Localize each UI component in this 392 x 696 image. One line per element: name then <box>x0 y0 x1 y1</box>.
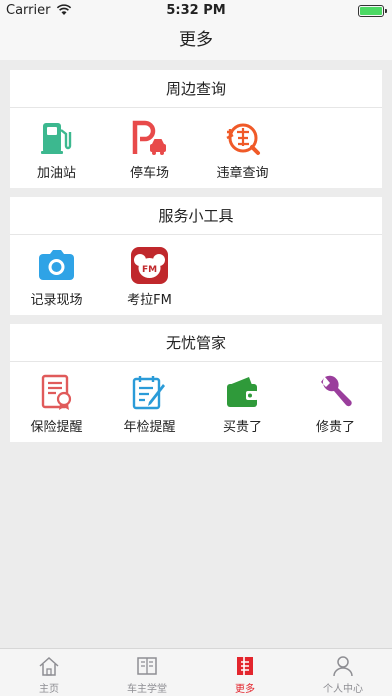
grid-item-repair-expensive[interactable]: 修贵了 <box>289 362 382 442</box>
battery-icon <box>358 5 387 17</box>
grid-item-label: 修贵了 <box>315 420 355 435</box>
section-nearby: 周边查询 加油站 停车场 违章查询 <box>10 70 382 188</box>
clock: 5:32 PM <box>166 3 226 18</box>
section-tools: 服务小工具 记录现场 FM 考拉FM <box>10 197 382 315</box>
parking-icon <box>132 120 166 155</box>
page-title: 更多 <box>179 30 213 50</box>
status-bar: Carrier 5:32 PM <box>0 0 392 22</box>
tab-more[interactable]: 更多 <box>196 649 294 696</box>
tab-profile[interactable]: 个人中心 <box>294 649 392 696</box>
grid-item-koala-fm[interactable]: FM 考拉FM <box>103 235 196 315</box>
camera-icon <box>39 250 74 280</box>
grid-item-label: 记录现场 <box>30 293 83 308</box>
koala-fm-icon: FM <box>131 247 168 284</box>
nav-bar: 更多 <box>0 22 392 60</box>
grid-item-bought-expensive[interactable]: 买贵了 <box>196 362 289 442</box>
tab-label: 个人中心 <box>323 684 363 695</box>
grid-item-parking[interactable]: 停车场 <box>103 108 196 188</box>
more-icon <box>237 657 253 675</box>
grid-item-label: 违章查询 <box>216 166 269 181</box>
inspection-reminder-icon <box>132 376 165 410</box>
section-butler: 无忧管家 保险提醒 年检提醒 买贵了 修贵了 <box>10 324 382 442</box>
grid-item-label: 年检提醒 <box>123 420 176 435</box>
tab-bar: 主页 车主学堂 更多 个人中心 <box>0 648 392 696</box>
profile-icon <box>333 656 353 677</box>
grid-item-label: 保险提醒 <box>30 420 83 435</box>
violation-query-icon <box>226 123 260 155</box>
grid-item-inspection-reminder[interactable]: 年检提醒 <box>103 362 196 442</box>
grid-item-record-scene[interactable]: 记录现场 <box>10 235 103 315</box>
home-icon <box>39 656 59 676</box>
section-title: 服务小工具 <box>10 197 382 235</box>
grid-item-label: 买贵了 <box>222 420 262 435</box>
section-title: 周边查询 <box>10 70 382 108</box>
tab-label: 更多 <box>235 684 255 695</box>
grid-item-gas-station[interactable]: 加油站 <box>10 108 103 188</box>
wallet-icon <box>227 377 258 407</box>
insurance-reminder-icon <box>41 374 72 410</box>
grid-item-label: 考拉FM <box>127 293 172 308</box>
grid-item-violation-query[interactable]: 违章查询 <box>196 108 289 188</box>
book-icon <box>137 657 157 675</box>
tab-home[interactable]: 主页 <box>0 649 98 696</box>
tab-label: 主页 <box>39 684 59 695</box>
grid-item-label: 加油站 <box>36 166 76 181</box>
grid-item-label: 停车场 <box>129 166 169 181</box>
tab-label: 车主学堂 <box>127 684 167 695</box>
grid-item-insurance-reminder[interactable]: 保险提醒 <box>10 362 103 442</box>
tab-owner-school[interactable]: 车主学堂 <box>98 649 196 696</box>
section-title: 无忧管家 <box>10 324 382 362</box>
svg-text:FM: FM <box>142 265 157 275</box>
gas-station-icon <box>41 123 72 154</box>
wrench-icon <box>321 375 352 407</box>
